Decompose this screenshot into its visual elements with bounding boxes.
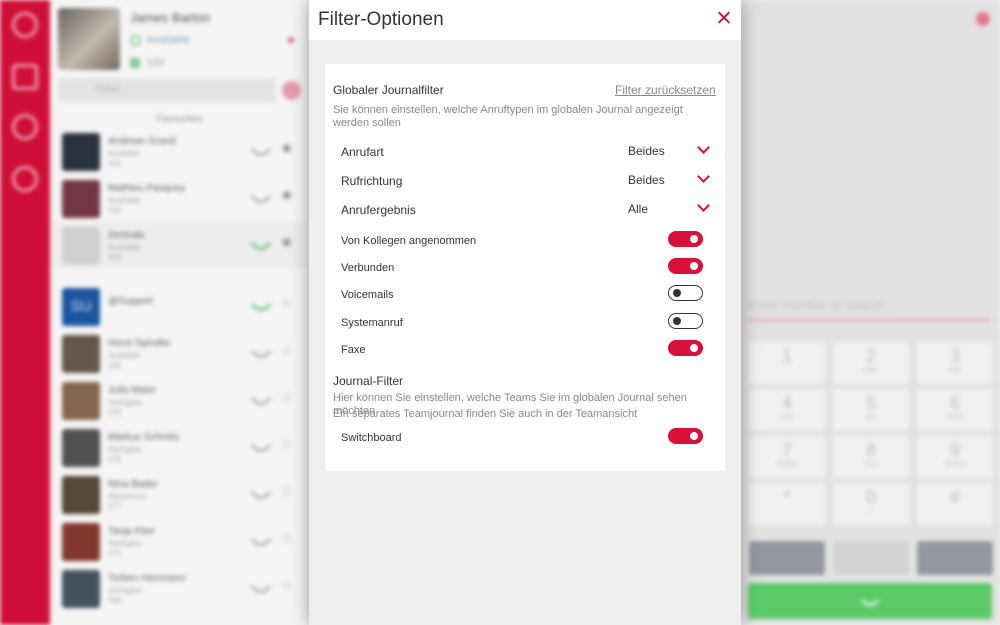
toggle-knob	[673, 317, 681, 325]
select-value[interactable]: Beides	[628, 173, 665, 187]
toggle-label: Faxe	[341, 344, 366, 356]
chevron-down-icon[interactable]	[697, 199, 710, 212]
toggle-label: Von Kollegen angenommen	[341, 235, 477, 247]
select-anrufergebnis[interactable]: Anrufergebnis Alle	[341, 199, 716, 221]
toggle-row: Voicemails	[341, 285, 706, 307]
global-filter-description: Sie können einstellen, welche Anruftypen…	[333, 104, 683, 129]
toggle-switch[interactable]	[668, 285, 703, 301]
journal-filter-heading: Journal-Filter	[333, 374, 404, 388]
select-value[interactable]: Beides	[628, 144, 665, 158]
global-filter-heading: Globaler Journalfilter	[333, 83, 444, 97]
toggle-row: Von Kollegen angenommen	[341, 231, 706, 253]
toggle-switch[interactable]	[668, 340, 703, 356]
dialog-title: Filter-Optionen	[318, 9, 444, 30]
toggle-knob	[690, 235, 698, 243]
select-label: Anrufart	[341, 145, 384, 159]
close-icon[interactable]	[714, 8, 734, 28]
toggle-switch[interactable]	[668, 313, 703, 329]
toggle-row: Switchboard	[341, 428, 706, 450]
toggle-switch[interactable]	[668, 258, 703, 274]
toggle-switch[interactable]	[668, 231, 703, 247]
toggle-row: Systemanruf	[341, 313, 706, 335]
toggle-label: Voicemails	[341, 289, 394, 301]
toggle-knob	[690, 344, 698, 352]
toggle-switch[interactable]	[668, 428, 703, 444]
toggle-row: Verbunden	[341, 258, 706, 280]
chevron-down-icon[interactable]	[697, 170, 710, 183]
toggle-knob	[690, 432, 698, 440]
toggle-label: Verbunden	[341, 262, 395, 274]
filter-options-dialog: Filter-Optionen Globaler Journalfilter F…	[309, 0, 741, 625]
select-rufrichtung[interactable]: Rufrichtung Beides	[341, 170, 716, 192]
toggle-label: Switchboard	[341, 432, 402, 444]
select-label: Anrufergebnis	[341, 203, 416, 217]
select-anrufart[interactable]: Anrufart Beides	[341, 141, 716, 163]
dialog-header: Filter-Optionen	[309, 0, 741, 40]
toggle-row: Faxe	[341, 340, 706, 362]
chevron-down-icon[interactable]	[697, 141, 710, 154]
journal-filter-hint: Ein separates Teamjournal finden Sie auc…	[333, 408, 638, 420]
select-label: Rufrichtung	[341, 174, 403, 188]
toggle-label: Systemanruf	[341, 317, 403, 329]
filter-card: Globaler Journalfilter Filter zurücksetz…	[325, 64, 725, 471]
toggle-knob	[673, 289, 681, 297]
reset-filter-link[interactable]: Filter zurücksetzen	[615, 83, 716, 97]
toggle-knob	[690, 262, 698, 270]
select-value[interactable]: Alle	[628, 202, 648, 216]
